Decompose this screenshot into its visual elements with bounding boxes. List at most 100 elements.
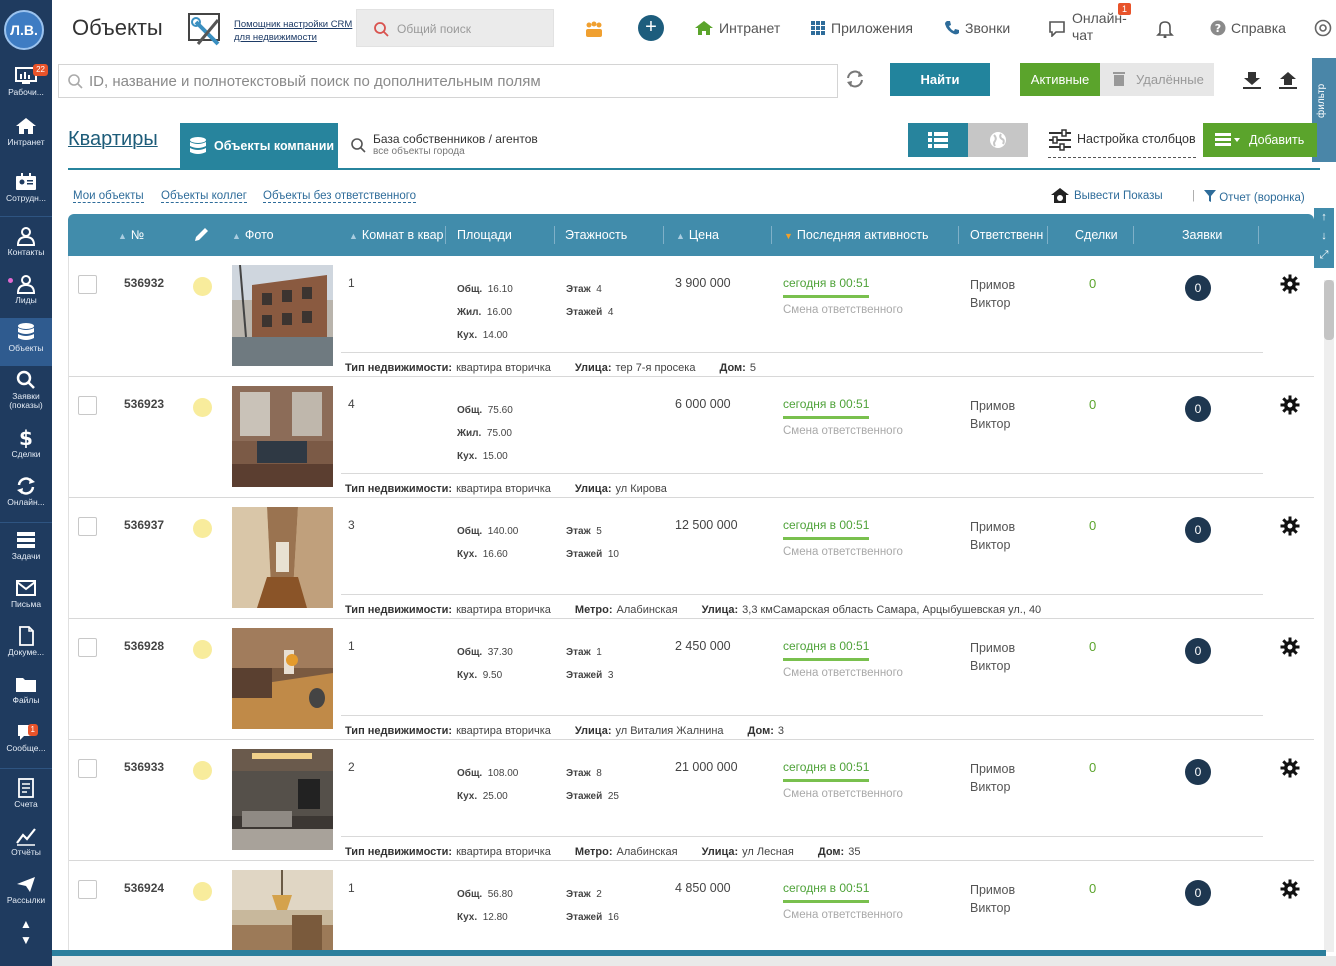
object-id[interactable]: 536937: [124, 518, 164, 532]
table-row[interactable]: 536928 1 Общ. 37.30 Кух. 9.50 Этаж 1 Этажей 3…: [69, 619, 1314, 740]
column-header-price[interactable]: ▲ Цена: [676, 228, 719, 242]
column-settings-button[interactable]: Настройка столбцов: [1048, 128, 1196, 158]
sidebar-item-mailings[interactable]: Рассылки: [0, 870, 52, 918]
deals-count[interactable]: 0: [1089, 397, 1096, 412]
gear-icon[interactable]: [1280, 758, 1300, 778]
section-title[interactable]: Квартиры: [68, 128, 158, 151]
arrow-up-icon[interactable]: ↑: [1321, 211, 1327, 223]
sidebar-item-messages[interactable]: Сообще... 1: [0, 718, 52, 766]
responsible-person[interactable]: Примов Виктор: [970, 276, 1015, 312]
sidebar-item-documents[interactable]: Докуме...: [0, 622, 52, 670]
import-icon[interactable]: [1242, 70, 1262, 90]
deals-count[interactable]: 0: [1089, 518, 1096, 533]
table-row[interactable]: 536933 2 Общ. 108.00 Кух. 25.00 Этаж 8 Этажей…: [69, 740, 1314, 861]
deals-count[interactable]: 0: [1089, 276, 1096, 291]
sidebar-item-reports[interactable]: Отчёты: [0, 822, 52, 870]
sidebar-item-employees[interactable]: Сотрудн...: [0, 168, 52, 216]
table-scroll-controls[interactable]: ↑ ↓ ⤢: [1314, 208, 1334, 268]
filter-my-objects[interactable]: Мои объекты: [73, 190, 144, 203]
responsible-person[interactable]: Примов Виктор: [970, 397, 1015, 433]
activity-time[interactable]: сегодня в 00:51: [783, 518, 870, 540]
responsible-person[interactable]: Примов Виктор: [970, 760, 1015, 796]
sidebar-item-contacts[interactable]: Контакты: [0, 222, 52, 270]
arrow-down-icon[interactable]: ↓: [1321, 230, 1327, 242]
status-dot[interactable]: [193, 640, 212, 659]
object-id[interactable]: 536933: [124, 760, 164, 774]
responsible-person[interactable]: Примов Виктор: [970, 518, 1015, 554]
table-row[interactable]: 536924 1 Общ. 56.80 Кух. 12.80 Этаж 2 Этажей …: [69, 861, 1314, 952]
deals-count[interactable]: 0: [1089, 760, 1096, 775]
show-visits-link[interactable]: Вывести Показы: [1051, 188, 1163, 203]
gear-icon[interactable]: [1280, 879, 1300, 899]
requests-count[interactable]: 0: [1185, 638, 1211, 664]
sidebar-item-files[interactable]: Файлы: [0, 670, 52, 718]
avatar[interactable]: Л.В.: [4, 10, 44, 50]
status-dot[interactable]: [193, 519, 212, 538]
gear-icon[interactable]: [1280, 274, 1300, 294]
table-row[interactable]: 536937 3 Общ. 140.00 Кух. 16.60 Этаж 5 Этажей…: [69, 498, 1314, 619]
status-dot[interactable]: [193, 761, 212, 780]
tab-company-objects[interactable]: Объекты компании: [180, 123, 338, 170]
refresh-icon[interactable]: [844, 68, 866, 90]
apps-link[interactable]: Приложения: [810, 20, 913, 36]
global-search[interactable]: Общий поиск: [356, 9, 554, 47]
object-photo[interactable]: [232, 870, 333, 952]
activity-time[interactable]: сегодня в 00:51: [783, 397, 870, 419]
activity-time[interactable]: сегодня в 00:51: [783, 639, 870, 661]
sidebar-item-deals[interactable]: $ Сделки: [0, 424, 52, 472]
requests-count[interactable]: 0: [1185, 275, 1211, 301]
deleted-filter-button[interactable]: Удалённые: [1100, 63, 1214, 96]
objects-search-input[interactable]: ID, название и полнотекстовый поиск по д…: [58, 64, 838, 98]
sidebar-item-intranet[interactable]: Интранет: [0, 112, 52, 160]
column-header-requests[interactable]: Заявки: [1182, 228, 1222, 242]
sidebar-item-invoices[interactable]: Счета: [0, 774, 52, 822]
team-icon[interactable]: [584, 20, 604, 38]
sidebar-item-mail[interactable]: Письма: [0, 574, 52, 622]
sidebar-item-tasks[interactable]: Задачи: [0, 526, 52, 574]
column-header-photo[interactable]: ▲ Фото: [232, 228, 274, 242]
object-photo[interactable]: [232, 628, 333, 729]
list-view-button[interactable]: [908, 123, 968, 157]
gear-icon[interactable]: [1280, 637, 1300, 657]
filter-colleagues-objects[interactable]: Объекты коллег: [161, 190, 247, 203]
activity-time[interactable]: сегодня в 00:51: [783, 760, 870, 782]
object-id[interactable]: 536923: [124, 397, 164, 411]
find-button[interactable]: Найти: [890, 63, 990, 96]
column-header-number[interactable]: ▲ №: [118, 228, 144, 242]
object-photo[interactable]: [232, 749, 333, 850]
map-view-button[interactable]: [968, 123, 1028, 157]
funnel-report-link[interactable]: Отчет (воронка): [1204, 190, 1305, 204]
sidebar-item-online[interactable]: Онлайн...: [0, 472, 52, 520]
gear-icon[interactable]: [1280, 395, 1300, 415]
row-checkbox[interactable]: [78, 880, 97, 899]
status-dot[interactable]: [193, 277, 212, 296]
object-photo[interactable]: [232, 507, 333, 608]
activity-time[interactable]: сегодня в 00:51: [783, 881, 870, 903]
deals-count[interactable]: 0: [1089, 639, 1096, 654]
column-header-deals[interactable]: Сделки: [1075, 228, 1118, 242]
scrollbar-thumb[interactable]: [1324, 280, 1334, 340]
sidebar-scroll-arrows[interactable]: ▲ ▼: [0, 916, 52, 948]
column-header-responsible[interactable]: Ответственн...: [970, 228, 1044, 242]
table-row[interactable]: 536923 4 Общ. 75.60 Жил. 75.00 Кух. 15.00 6 0…: [69, 377, 1314, 498]
add-plus-button[interactable]: +: [638, 15, 664, 41]
requests-count[interactable]: 0: [1185, 396, 1211, 422]
column-header-area[interactable]: Площади: [457, 228, 512, 242]
requests-count[interactable]: 0: [1185, 759, 1211, 785]
object-id[interactable]: 536928: [124, 639, 164, 653]
object-photo[interactable]: [232, 386, 333, 487]
column-header-activity[interactable]: ▼ Последняя активность: [784, 228, 929, 242]
row-checkbox[interactable]: [78, 517, 97, 536]
object-id[interactable]: 536924: [124, 881, 164, 895]
status-dot[interactable]: [193, 882, 212, 901]
deals-count[interactable]: 0: [1089, 881, 1096, 896]
sidebar-item-dashboard[interactable]: Рабочи... 22: [0, 62, 52, 110]
add-object-button[interactable]: Добавить: [1203, 123, 1317, 157]
sidebar-item-objects[interactable]: Объекты: [0, 318, 52, 366]
row-checkbox[interactable]: [78, 275, 97, 294]
export-icon[interactable]: [1278, 70, 1298, 90]
page-scrollbar[interactable]: [1324, 280, 1334, 952]
row-checkbox[interactable]: [78, 638, 97, 657]
sidebar-item-requests[interactable]: Заявки (показы): [0, 366, 52, 416]
requests-count[interactable]: 0: [1185, 880, 1211, 906]
